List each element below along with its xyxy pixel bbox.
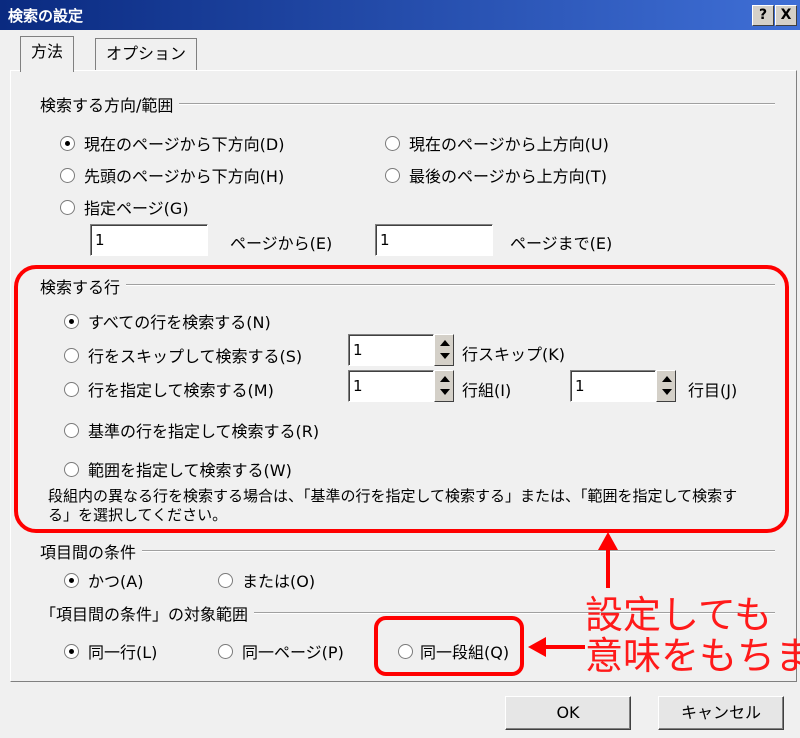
help-button[interactable]: ? <box>752 5 774 26</box>
tab-method[interactable]: 方法 <box>20 36 75 72</box>
label-from-first-down: 先頭のページから下方向(H) <box>84 167 285 186</box>
radio-from-current-up[interactable] <box>385 136 400 151</box>
label-specified-page: 指定ページ(G) <box>84 199 189 218</box>
label-from-current-up: 現在のページから上方向(U) <box>409 135 609 154</box>
scope-group-title: 「項目間の条件」の対象範囲 <box>40 601 255 625</box>
radio-and[interactable] <box>64 573 79 588</box>
annotation-arrow-left-shaft <box>545 645 585 649</box>
annotation-arrow-up-icon <box>598 532 618 550</box>
radio-from-first-down[interactable] <box>60 168 75 183</box>
radio-or[interactable] <box>218 573 233 588</box>
radio-same-page[interactable] <box>218 644 233 659</box>
title-bar: 検索の設定 ? X <box>0 0 800 30</box>
page-from-input[interactable]: 1 <box>90 224 208 256</box>
radio-specified-page[interactable] <box>60 200 75 215</box>
condition-group-title: 項目間の条件 <box>40 539 143 563</box>
page-to-label: ページまで(E) <box>510 234 613 253</box>
label-same-page: 同一ページ(P) <box>242 643 344 662</box>
radio-same-row[interactable] <box>64 644 79 659</box>
annotation-scope-box <box>374 616 524 676</box>
label-and: かつ(A) <box>88 572 144 591</box>
page-to-input[interactable]: 1 <box>375 224 493 256</box>
direction-group-title: 検索する方向/範囲 <box>40 92 180 116</box>
label-same-row: 同一行(L) <box>88 643 158 662</box>
condition-group-line <box>40 550 775 552</box>
label-from-last-up: 最後のページから上方向(T) <box>409 167 607 186</box>
ok-button[interactable]: OK <box>505 696 631 730</box>
label-from-current-down: 現在のページから下方向(D) <box>84 135 285 154</box>
window-title: 検索の設定 <box>8 7 84 25</box>
annotation-arrow-left-icon <box>528 637 546 657</box>
annotation-rows-box <box>14 265 789 533</box>
annotation-arrow-up-shaft <box>606 548 610 588</box>
tab-options[interactable]: オプション <box>95 38 198 72</box>
label-or: または(O) <box>242 572 316 591</box>
close-button[interactable]: X <box>775 5 797 26</box>
cancel-button[interactable]: キャンセル <box>658 696 784 730</box>
radio-from-current-down[interactable] <box>60 136 75 151</box>
annotation-text-line2: 意味をもちません <box>585 634 800 678</box>
radio-from-last-up[interactable] <box>385 168 400 183</box>
page-from-label: ページから(E) <box>230 234 333 253</box>
